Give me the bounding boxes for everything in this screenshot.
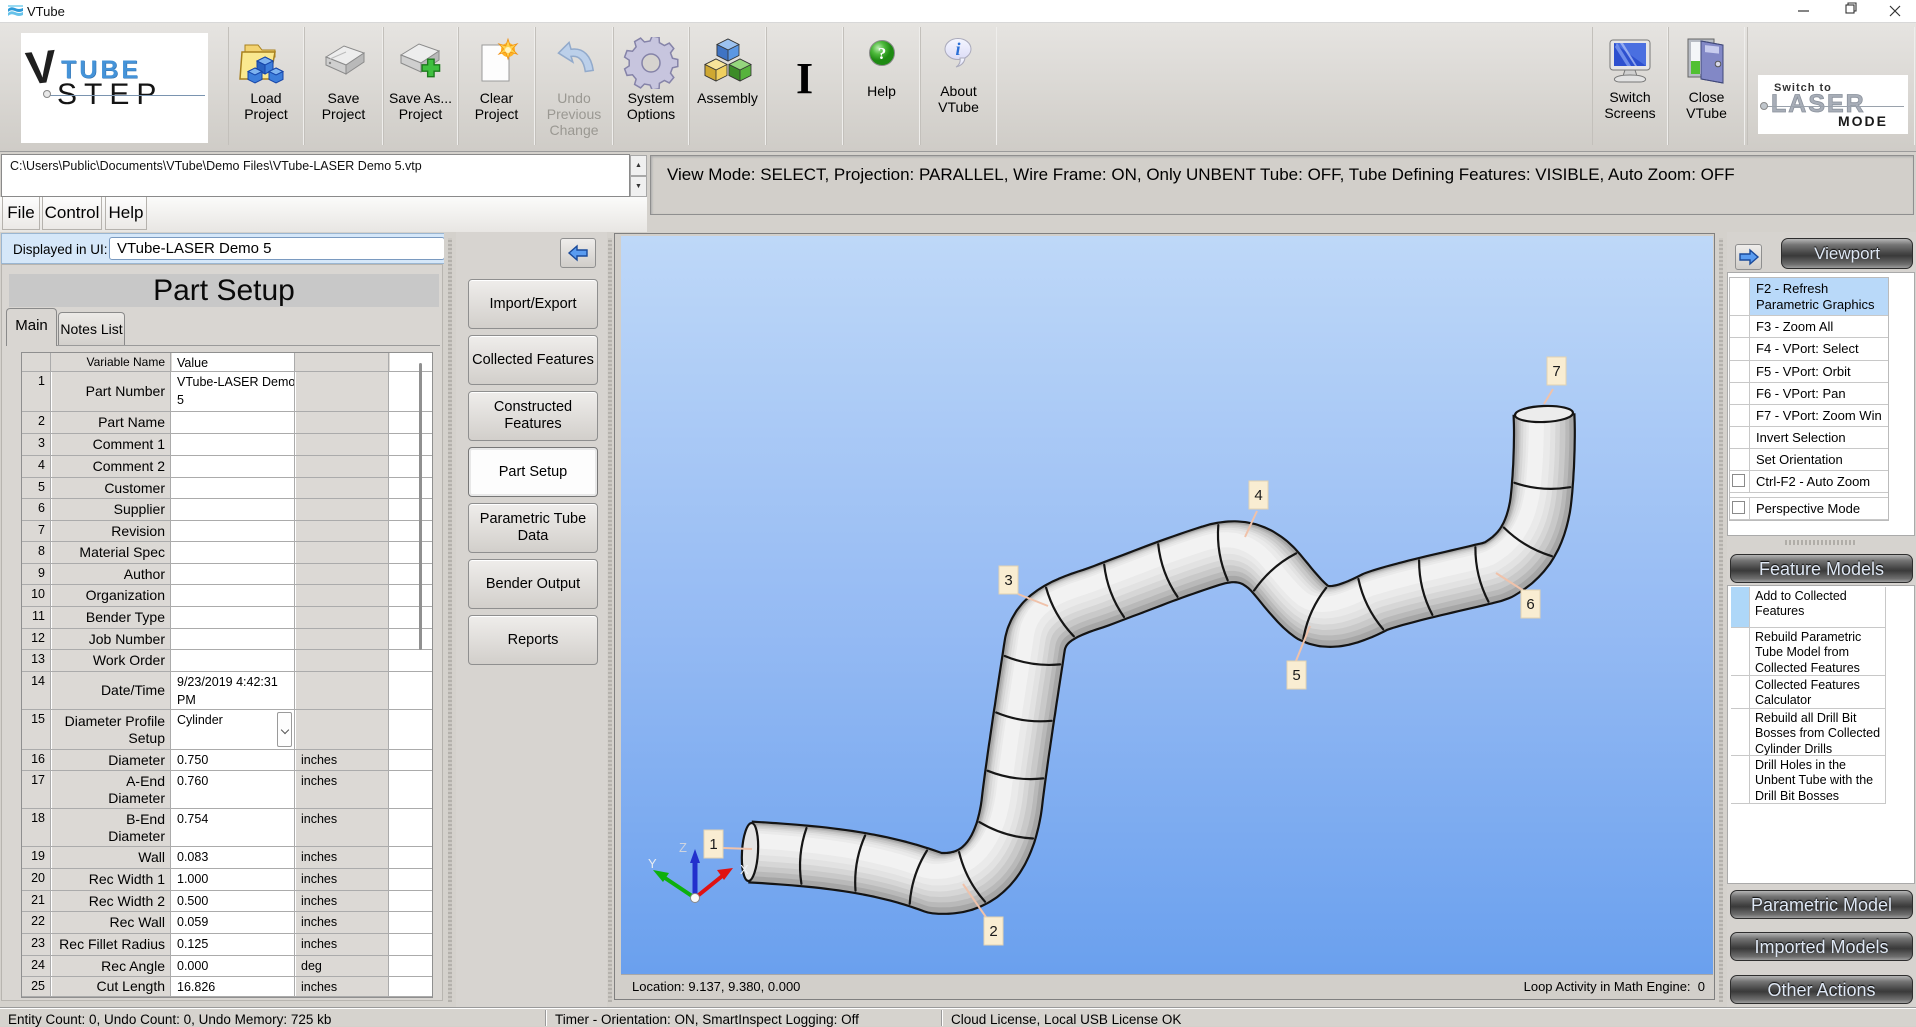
svg-text:1: 1 [709,836,717,853]
svg-text:3: 3 [1004,572,1012,589]
svg-text:X: X [740,862,749,877]
svg-text:4: 4 [1254,487,1262,504]
svg-text:Y: Y [648,856,657,871]
svg-text:Z: Z [679,840,687,855]
svg-text:5: 5 [1292,667,1300,684]
svg-text:6: 6 [1526,596,1534,613]
svg-text:7: 7 [1552,363,1560,380]
svg-text:2: 2 [989,923,997,940]
